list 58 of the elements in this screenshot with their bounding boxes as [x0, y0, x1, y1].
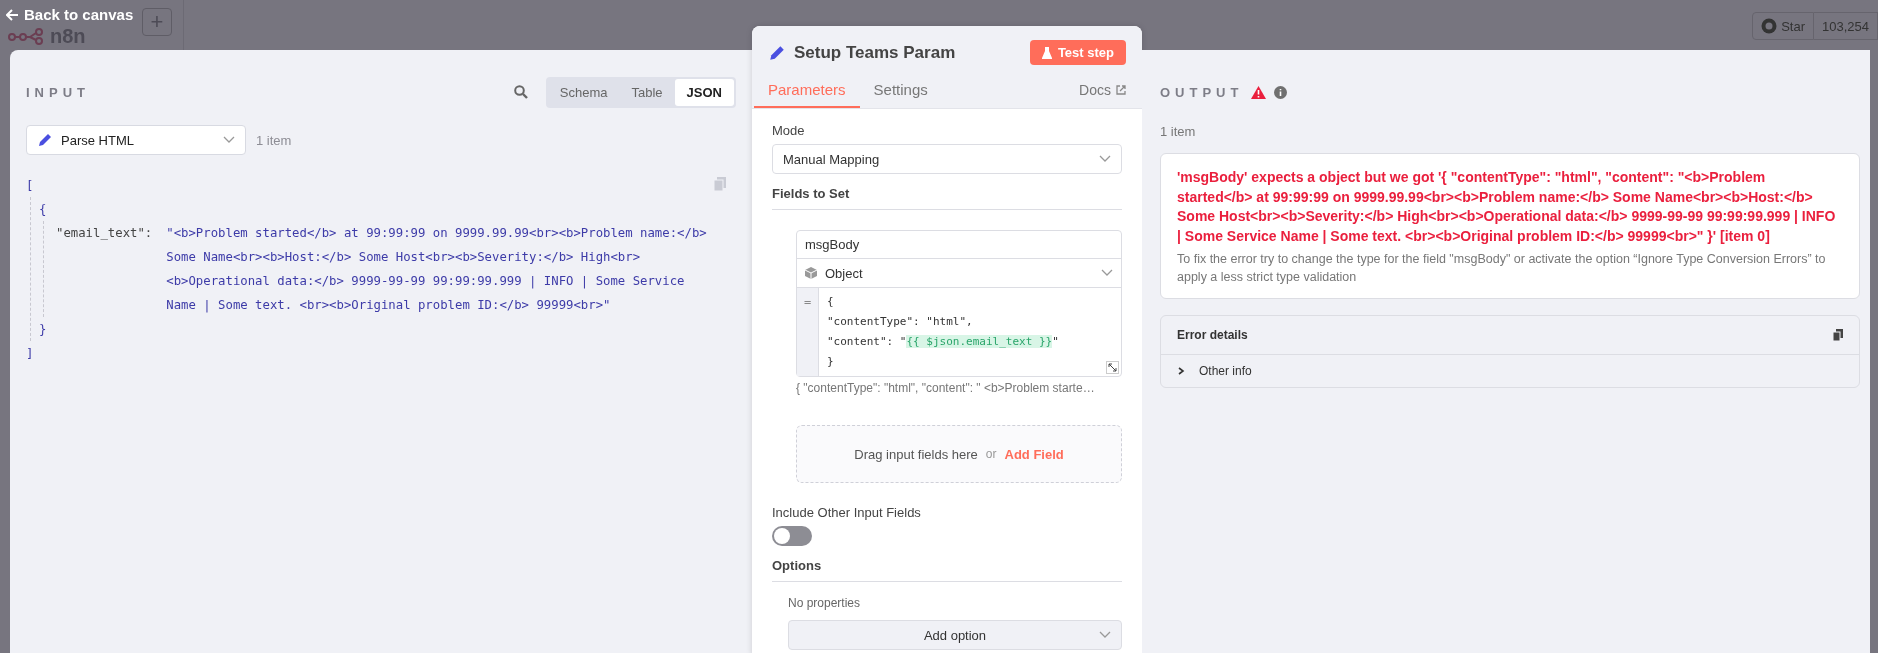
logo-icon	[8, 27, 44, 46]
json-brace: }	[39, 321, 47, 338]
chevron-down-icon	[1099, 631, 1111, 639]
field-label: Mode	[772, 123, 806, 138]
back-to-canvas-link[interactable]: Back to canvas	[6, 6, 134, 23]
details-title: Error details	[1177, 328, 1248, 342]
json-bracket: [	[26, 177, 34, 194]
chevron-down-icon	[223, 136, 235, 144]
external-link-icon	[1116, 85, 1126, 95]
mode-select[interactable]: Manual Mapping	[772, 144, 1122, 174]
pencil-icon	[37, 132, 53, 148]
item-count: 1 item	[1160, 124, 1197, 139]
node-title: Setup Teams Param	[794, 42, 957, 63]
separator-text: or	[985, 447, 997, 461]
section-title: Options	[772, 558, 1122, 582]
chevron-down-icon	[1101, 269, 1113, 277]
details-row[interactable]: Other info	[1161, 355, 1859, 387]
info-icon[interactable]	[1274, 85, 1288, 99]
view-tab[interactable]: Table	[619, 78, 675, 106]
node-select[interactable]: Parse HTML	[26, 125, 246, 155]
add-option-button[interactable]: Add option	[788, 620, 1122, 650]
json-bracket: ]	[26, 345, 34, 362]
search-icon[interactable]	[513, 85, 528, 99]
json-key: "email_text":	[56, 221, 153, 317]
view-tab[interactable]: Schema	[547, 78, 620, 106]
docs-link[interactable]: Docs	[1079, 82, 1126, 108]
json-value: "<b>Problem started</b> at 99:99:99 on 9999.99.99<br><b>Problem name:</b> Some Name<br><b>Host:</b> Some Host<br><b>Severity:</b> High<br><b>Operational data:</b> 9999-99-99 99:99:99.999 | INFO | Some Service Name | Some text. <br><b>Original problem ID:</b> 99999<br>"	[166, 225, 708, 315]
arrow-left-icon	[6, 8, 19, 21]
panel-title: INPUT	[26, 84, 91, 100]
add-field-link[interactable]: Add Field	[1004, 446, 1064, 462]
github-star-button[interactable]: Star	[1752, 12, 1814, 40]
chevron-down-icon	[1099, 155, 1111, 163]
section-title: Fields to Set	[772, 186, 1122, 210]
cube-icon	[805, 267, 817, 279]
star-count: 103,254	[1814, 12, 1878, 40]
code-editor[interactable]: { "contentType": "html", "content": "{{ $json.email_text }}" }	[819, 288, 1067, 376]
resize-icon[interactable]	[1106, 361, 1119, 374]
empty-text: No properties	[788, 596, 862, 610]
panel-title: OUTPUT	[1160, 84, 1244, 100]
result-preview: { "contentType": "html", "content": " <b>Problem starte…	[796, 381, 1096, 395]
field-type-select[interactable]: Object	[797, 259, 1121, 288]
test-step-button[interactable]: Test step	[1029, 40, 1126, 65]
item-count: 1 item	[256, 132, 292, 148]
expression-marker: =	[797, 288, 819, 376]
field-name-input[interactable]: msgBody	[797, 231, 1121, 259]
warning-icon	[1251, 85, 1267, 99]
pencil-icon	[768, 43, 786, 62]
panel-tab[interactable]: Parameters	[754, 79, 860, 108]
copy-icon[interactable]	[1833, 329, 1843, 341]
error-message: 'msgBody' expects a object but we got '{ "contentType": "html", "content": "<b>Problem started</b> at 99:99:99 on 9999.99.99<br><b>Problem name:</b> Some Name<br><b>Host:</b> Some Host<br><b>Severity:</b> High<br><b>Operational data:</b> 9999-99-99 99:99:99.999 | INFO | Some Service Name | Some text. <br><b>Original problem ID:</b> 99999<br>" }' [item 0]	[1177, 168, 1837, 246]
json-brace: {	[39, 201, 47, 218]
drop-zone-text: Drag input fields here	[854, 446, 978, 462]
panel-tab[interactable]: Settings	[859, 79, 942, 108]
view-tab[interactable]: JSON	[674, 78, 734, 106]
toggle-switch[interactable]	[772, 526, 812, 546]
error-hint: To fix the error try to change the type for the field "msgBody" or activate the option “Ignore Type Conversion Errors” to apply a less strict type validation	[1177, 251, 1827, 286]
flask-icon	[1041, 46, 1052, 59]
field-label: Include Other Input Fields	[772, 505, 922, 520]
